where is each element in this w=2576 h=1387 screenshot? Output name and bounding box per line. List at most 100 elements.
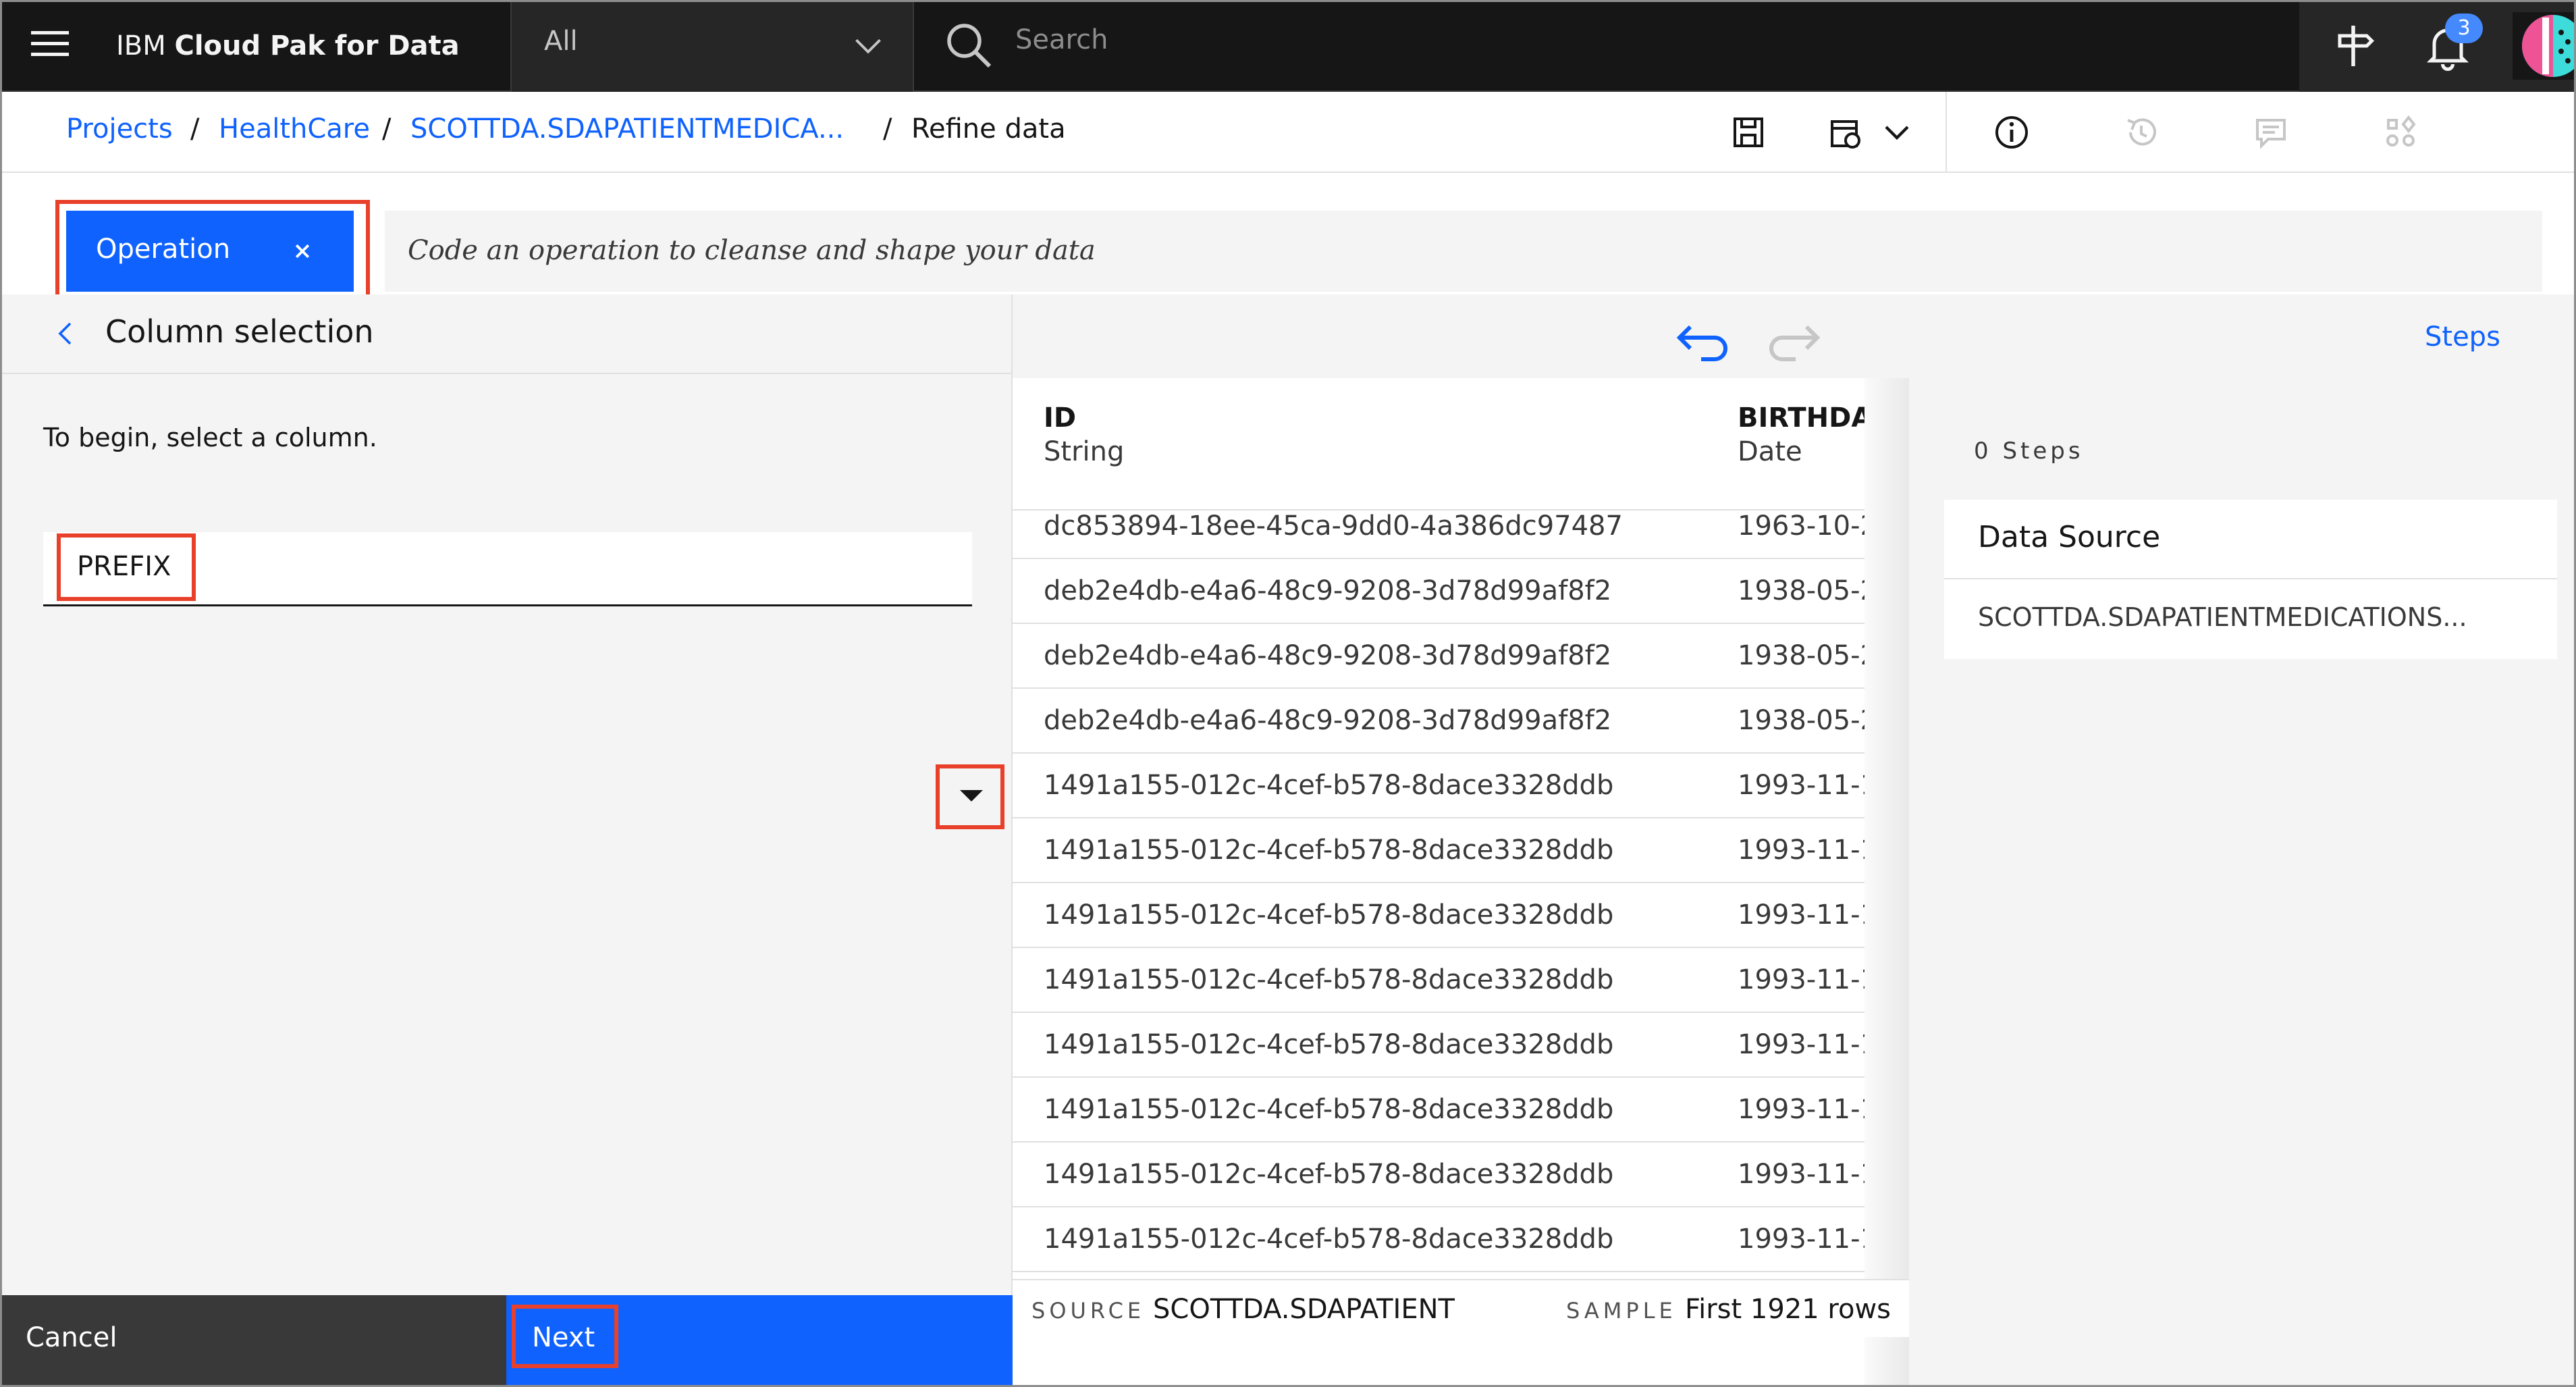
breadcrumb-current: Refine data <box>911 113 1066 145</box>
column-type-birthdate: Date <box>1738 436 1802 467</box>
top-header: IBM Cloud Pak for Data All Search 3 <box>0 0 2576 92</box>
chevron-down-icon[interactable] <box>1875 111 1918 154</box>
source-label: SOURCE <box>1031 1298 1146 1324</box>
cancel-button[interactable]: Cancel <box>0 1295 506 1387</box>
panel-title: Column selection <box>105 313 374 350</box>
table-row[interactable]: deb2e4db-e4a6-48c9-9208-3d78d99af8f2 1938… <box>1013 640 1897 705</box>
operation-panel: Column selection To begin, select a colu… <box>0 294 1013 1387</box>
redo-icon[interactable] <box>1762 319 1823 366</box>
row-divider <box>1013 752 1897 754</box>
steps-link[interactable]: Steps <box>2425 321 2500 352</box>
row-divider <box>1013 1076 1897 1078</box>
cell-id: 1491a155-012c-4cef-b578-8dace3328ddb <box>1044 1159 1614 1190</box>
data-table: ID String BIRTHDA Date dc853894-18ee-45c… <box>1013 378 1912 1387</box>
apps-icon[interactable] <box>2379 111 2422 154</box>
cell-id: 1491a155-012c-4cef-b578-8dace3328ddb <box>1044 1029 1614 1060</box>
column-edge-shadow <box>1864 378 1912 1387</box>
brand-name: Cloud Pak for Data <box>174 30 460 61</box>
table-row[interactable]: 1491a155-012c-4cef-b578-8dace3328ddb 1993… <box>1013 964 1897 1029</box>
table-row[interactable]: dc853894-18ee-45ca-9dd0-4a386dc97487 1963… <box>1013 511 1897 575</box>
breadcrumb-dataset[interactable]: SCOTTDA.SDAPATIENTMEDICA... <box>410 113 844 145</box>
menu-icon[interactable] <box>31 31 69 61</box>
breadcrumb-projects[interactable]: Projects <box>66 113 173 145</box>
card-divider <box>1944 578 2557 579</box>
brand-prefix: IBM <box>116 30 175 61</box>
table-toolbar: Steps <box>1013 294 2576 378</box>
highlight-frame <box>57 533 196 601</box>
undo-icon[interactable] <box>1674 319 1735 366</box>
chevron-left-icon[interactable] <box>50 317 82 350</box>
cell-id: 1491a155-012c-4cef-b578-8dace3328ddb <box>1044 899 1614 931</box>
table-row[interactable]: 1491a155-012c-4cef-b578-8dace3328ddb 1993… <box>1013 770 1897 835</box>
table-row[interactable]: deb2e4db-e4a6-48c9-9208-3d78d99af8f2 1938… <box>1013 575 1897 640</box>
comment-icon[interactable] <box>2249 111 2292 154</box>
pin-icon[interactable] <box>2326 19 2380 73</box>
caret-down-icon <box>960 790 983 802</box>
table-row[interactable]: 1491a155-012c-4cef-b578-8dace3328ddb 1993… <box>1013 835 1897 899</box>
operation-code-input[interactable]: Code an operation to cleanse and shape y… <box>385 211 2542 292</box>
row-divider <box>1013 817 1897 818</box>
avatar[interactable] <box>2513 12 2576 80</box>
search-icon[interactable] <box>942 19 996 73</box>
breadcrumb-separator: / <box>883 113 892 145</box>
cell-id: 1491a155-012c-4cef-b578-8dace3328ddb <box>1044 1094 1614 1125</box>
breadcrumb: Projects / HealthCare / SCOTTDA.SDAPATIE… <box>0 92 2576 173</box>
table-row[interactable]: 1491a155-012c-4cef-b578-8dace3328ddb 1993… <box>1013 899 1897 964</box>
row-divider <box>1013 1012 1897 1013</box>
highlight-frame <box>55 200 370 305</box>
sample-label: SAMPLE <box>1566 1298 1677 1324</box>
row-divider <box>1013 1206 1897 1207</box>
data-source-title: Data Source <box>1978 520 2161 554</box>
cell-id: deb2e4db-e4a6-48c9-9208-3d78d99af8f2 <box>1044 575 1612 606</box>
cancel-label: Cancel <box>26 1322 117 1353</box>
operation-placeholder: Code an operation to cleanse and shape y… <box>408 235 1096 266</box>
cell-id: deb2e4db-e4a6-48c9-9208-3d78d99af8f2 <box>1044 640 1612 671</box>
table-footer: SOURCE SCOTTDA.SDAPATIENT SAMPLE First 1… <box>1013 1279 1912 1337</box>
scope-label: All <box>544 26 578 57</box>
instruction-text: To begin, select a column. <box>43 423 377 452</box>
row-divider <box>1013 947 1897 948</box>
source-value: SCOTTDA.SDAPATIENT <box>1153 1294 1455 1325</box>
cell-id: dc853894-18ee-45ca-9dd0-4a386dc97487 <box>1044 511 1623 542</box>
breadcrumb-separator: / <box>382 113 392 145</box>
cell-id: 1491a155-012c-4cef-b578-8dace3328ddb <box>1044 1224 1614 1255</box>
cell-id: 1491a155-012c-4cef-b578-8dace3328ddb <box>1044 835 1614 866</box>
scope-dropdown[interactable]: All <box>510 0 914 92</box>
notification-badge: 3 <box>2445 14 2483 43</box>
row-divider <box>1013 1271 1897 1272</box>
column-header-birthdate[interactable]: BIRTHDA <box>1738 402 1872 434</box>
panel-header: Column selection <box>0 294 1013 374</box>
row-divider <box>1013 1141 1897 1143</box>
row-divider <box>1013 623 1897 624</box>
history-icon[interactable] <box>2120 111 2163 154</box>
toolbar-divider <box>1946 92 1947 172</box>
table-row[interactable]: deb2e4db-e4a6-48c9-9208-3d78d99af8f2 1938… <box>1013 705 1897 770</box>
info-icon[interactable] <box>1990 111 2033 154</box>
header-actions: 3 <box>2299 0 2576 92</box>
product-brand[interactable]: IBM Cloud Pak for Data <box>116 23 460 69</box>
chevron-down-icon <box>855 38 881 54</box>
cell-id: 1491a155-012c-4cef-b578-8dace3328ddb <box>1044 964 1614 995</box>
column-header-id[interactable]: ID <box>1044 402 1076 434</box>
row-divider <box>1013 882 1897 883</box>
steps-count: 0 Steps <box>1974 438 2084 465</box>
next-button[interactable]: Next <box>506 1295 1013 1387</box>
schedule-icon[interactable] <box>1824 111 1867 154</box>
cell-id: 1491a155-012c-4cef-b578-8dace3328ddb <box>1044 770 1614 801</box>
data-source-card[interactable]: Data Source SCOTTDA.SDAPATIENTMEDICATION… <box>1944 500 2557 659</box>
sample-value: First 1921 rows <box>1685 1294 1891 1325</box>
breadcrumb-separator: / <box>190 113 200 145</box>
table-row[interactable]: 1491a155-012c-4cef-b578-8dace3328ddb 1993… <box>1013 1029 1897 1094</box>
cell-id: deb2e4db-e4a6-48c9-9208-3d78d99af8f2 <box>1044 705 1612 736</box>
table-row[interactable]: 1491a155-012c-4cef-b578-8dace3328ddb 1993… <box>1013 1094 1897 1159</box>
steps-panel: 0 Steps Data Source SCOTTDA.SDAPATIENTME… <box>1909 378 2576 1387</box>
search-input[interactable]: Search <box>1015 24 1108 55</box>
data-source-name: SCOTTDA.SDAPATIENTMEDICATIONS... <box>1978 602 2467 632</box>
table-row[interactable]: 1491a155-012c-4cef-b578-8dace3328ddb 1993… <box>1013 1159 1897 1224</box>
save-icon[interactable] <box>1727 111 1770 154</box>
row-divider <box>1013 558 1897 559</box>
column-type-id: String <box>1044 436 1125 467</box>
breadcrumb-healthcare[interactable]: HealthCare <box>219 113 370 145</box>
dropdown-toggle[interactable] <box>936 764 1004 829</box>
highlight-frame <box>512 1305 618 1368</box>
